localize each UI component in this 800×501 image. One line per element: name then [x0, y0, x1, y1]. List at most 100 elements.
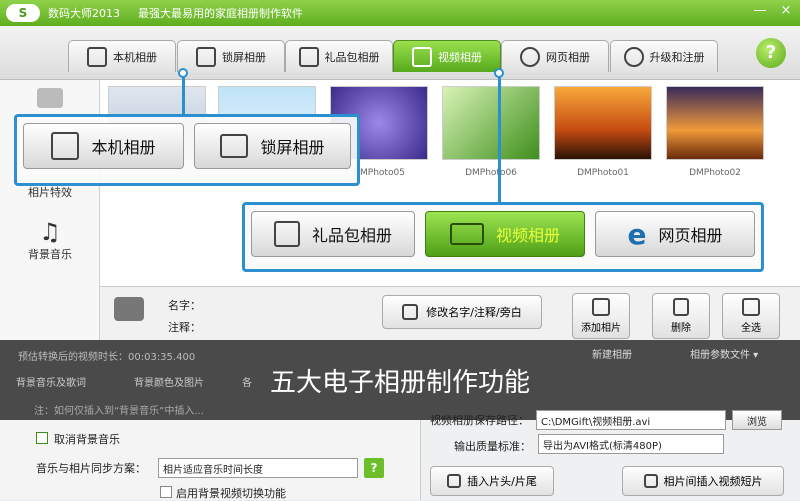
name-label: 名字： [168, 299, 201, 312]
connector-line [498, 76, 501, 202]
enable-switch-checkbox[interactable] [160, 486, 172, 498]
callout-label: 网页相册 [658, 226, 723, 245]
callout-label: 本机相册 [91, 138, 156, 157]
save-path-input[interactable]: C:\DMGift\视频相册.avi [536, 410, 726, 430]
new-album-button[interactable]: 新建相册 [592, 346, 632, 361]
quality-label: 输出质量标准： [454, 440, 531, 453]
tab-upgrade-register[interactable]: 升级和注册 [610, 40, 718, 72]
album-settings-button[interactable]: 相册参数文件 ▾ [690, 346, 758, 361]
callout-web-album-button[interactable]: e 网页相册 [595, 211, 755, 257]
video-length-text: 预估转换后的视频时长：00:03:35.400 [18, 352, 196, 363]
callout-lockscreen-album-button[interactable]: 锁屏相册 [193, 123, 351, 169]
bottom-tab-music[interactable]: 背景音乐及歌词 [16, 374, 126, 394]
callout-gift-album-button[interactable]: 礼品包相册 [251, 211, 415, 257]
photo-thumbnail[interactable] [666, 86, 764, 160]
portrait-icon [51, 132, 80, 160]
grid-icon [742, 298, 760, 316]
ie-icon: e [627, 217, 647, 251]
photo-effects-label: 相片特效 [28, 186, 72, 199]
globe-icon [623, 46, 644, 67]
film-icon [449, 223, 484, 245]
sync-scheme-label: 音乐与相片同步方案： [36, 462, 146, 475]
add-photo-label: 添加相片 [581, 323, 621, 334]
browse-button[interactable]: 浏览 [732, 410, 782, 430]
tab-label: 礼品包相册 [324, 50, 380, 64]
title-bar: S 数码大师2013 最强大最易用的家庭相册制作软件 — × [0, 0, 800, 26]
camera-icon [37, 88, 63, 108]
camera-tool[interactable] [0, 88, 100, 108]
select-all-button[interactable]: 全选 [722, 293, 780, 339]
enable-switch-label: 启用背景视频切换功能 [176, 487, 286, 500]
tab-local-album[interactable]: 本机相册 [68, 40, 176, 72]
tab-lockscreen-album[interactable]: 锁屏相册 [177, 40, 285, 72]
camera-icon [114, 297, 144, 321]
portrait-icon [87, 46, 107, 67]
app-logo: S [6, 4, 40, 22]
tab-video-album[interactable]: 视频相册 [393, 40, 501, 72]
close-button[interactable]: × [778, 3, 794, 19]
tab-label: 视频相册 [438, 50, 482, 64]
photo-thumbnail[interactable] [554, 86, 652, 160]
edit-icon [402, 304, 419, 320]
main-tab-bar: 本机相册 锁屏相册 礼品包相册 视频相册 网页相册 升级和注册 ? [0, 26, 800, 80]
select-all-label: 全选 [741, 323, 761, 334]
insert-head-label: 插入片头/片尾 [467, 475, 537, 488]
delete-button[interactable]: 删除 [652, 293, 710, 339]
tab-label: 网页相册 [546, 50, 590, 64]
film-icon [412, 46, 432, 67]
help-icon[interactable]: ? [364, 458, 384, 478]
edit-icon [643, 474, 658, 488]
cancel-music-label: 取消背景音乐 [54, 433, 120, 446]
film-icon [447, 474, 462, 488]
add-photo-icon [592, 298, 610, 316]
monitor-icon [220, 134, 249, 158]
app-name: 数码大师2013 [48, 7, 120, 20]
photo-effects-button[interactable]: 相片特效 [0, 184, 100, 200]
callout-bottom: 礼品包相册 视频相册 e 网页相册 [242, 202, 764, 272]
note-label: 注释： [168, 321, 201, 334]
background-music-button[interactable]: ♫ 背景音乐 [0, 218, 100, 262]
delete-label: 删除 [671, 323, 691, 334]
photo-caption: DMPhoto01 [577, 168, 629, 178]
gift-icon [298, 46, 319, 67]
quality-select[interactable]: 导出为AVI格式(标清480P) [538, 434, 724, 454]
help-button[interactable]: ? [756, 38, 786, 68]
tab-label: 本机相册 [113, 50, 157, 64]
tab-gift-album[interactable]: 礼品包相册 [285, 40, 393, 72]
sync-scheme-select[interactable]: 相片适应音乐时间长度 [158, 458, 358, 478]
photo-thumbnail[interactable] [442, 86, 540, 160]
edit-button-label: 修改名字/注释/旁白 [426, 306, 522, 319]
insert-video-label: 相片间插入视频短片 [663, 475, 763, 488]
insert-video-clip-button[interactable]: 相片间插入视频短片 [622, 466, 784, 496]
callout-top: 本机相册 锁屏相册 [14, 114, 360, 186]
feature-banner: 预估转换后的视频时长：00:03:35.400 新建相册 相册参数文件 ▾ 五大… [0, 340, 800, 420]
callout-label: 视频相册 [495, 226, 560, 245]
bottom-settings-panel: 取消背景音乐 音乐与相片同步方案： 相片适应音乐时间长度 ? 启用背景视频切换功… [0, 410, 800, 500]
bottom-tab-more[interactable]: 各 [242, 374, 262, 394]
ie-icon [520, 46, 540, 67]
save-path-label: 视频相册保存路径： [430, 414, 529, 427]
tab-label: 锁屏相册 [222, 50, 266, 64]
edit-name-note-button[interactable]: 修改名字/注释/旁白 [382, 295, 542, 329]
background-music-label: 背景音乐 [28, 248, 72, 261]
music-note-icon: ♫ [39, 218, 61, 246]
tab-label: 升级和注册 [649, 50, 705, 64]
app-slogan: 最强大最易用的家庭相册制作软件 [138, 7, 303, 20]
photo-caption: DMPhoto02 [689, 168, 741, 178]
tab-web-album[interactable]: 网页相册 [501, 40, 609, 72]
add-photo-button[interactable]: 添加相片 [572, 293, 630, 339]
callout-video-album-button[interactable]: 视频相册 [425, 211, 585, 257]
callout-label: 锁屏相册 [260, 138, 325, 157]
gift-icon [273, 221, 300, 247]
callout-local-album-button[interactable]: 本机相册 [23, 123, 184, 169]
connector-line [182, 76, 185, 116]
trash-icon [673, 298, 689, 316]
photo-info-bar: 名字： 注释： 修改名字/注释/旁白 添加相片 删除 全选 [100, 286, 800, 342]
insert-head-tail-button[interactable]: 插入片头/片尾 [430, 466, 554, 496]
callout-label: 礼品包相册 [311, 226, 392, 245]
music-hint: 注：如何仅插入到“背景音乐”中插入... [34, 406, 204, 417]
monitor-icon [196, 46, 216, 67]
cancel-music-checkbox[interactable] [36, 432, 48, 444]
bottom-tab-background[interactable]: 背景颜色及图片 [134, 374, 244, 394]
minimize-button[interactable]: — [752, 3, 768, 19]
